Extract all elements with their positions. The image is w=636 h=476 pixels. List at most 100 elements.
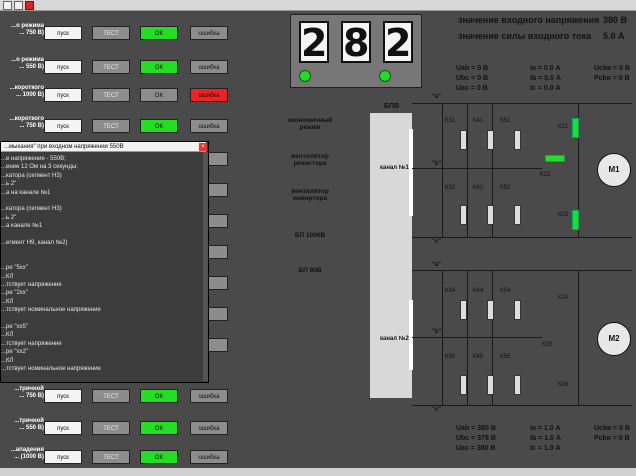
contactor-k52[interactable]: [514, 205, 521, 225]
row-label: ...тричной ... 750 В): [14, 386, 44, 399]
error-indicator: ошибка: [190, 421, 228, 435]
toolbar: [0, 0, 636, 11]
ok-indicator: ОК: [140, 60, 178, 74]
test-button[interactable]: ТЕСТ: [92, 119, 130, 133]
dialog-scrollbar[interactable]: [203, 152, 208, 381]
wire: [467, 103, 468, 237]
dialog-title[interactable]: ...мыкания" при входном напряжении 550В: [1, 142, 206, 152]
close-icon[interactable]: [25, 1, 34, 10]
label-k54: К54: [500, 288, 511, 294]
dialog-log-line: ...КЛ: [1, 357, 14, 364]
test-button[interactable]: ТЕСТ: [92, 421, 130, 435]
meter-ubc-top: Ubc = 0 В: [456, 75, 489, 82]
contactor-k22[interactable]: [545, 155, 565, 162]
contactor-k23[interactable]: [572, 210, 579, 230]
label-k35: К35: [445, 354, 456, 360]
error-indicator: ошибка: [190, 26, 228, 40]
row-label: ...короткого ... 1000 В): [9, 85, 44, 98]
voltage-value: 380 В: [603, 15, 628, 25]
meter-uac-bottom: Uac = 380 В: [456, 445, 496, 452]
close-icon[interactable]: ×: [199, 143, 207, 151]
contactor-k21[interactable]: [572, 118, 579, 138]
meter-rcsv-top: Pсkв = 0 В: [594, 75, 630, 82]
row-label: ...о режима ... 550 В): [11, 57, 44, 70]
contactor-k55[interactable]: [514, 375, 521, 395]
contactor-k32[interactable]: [460, 205, 467, 225]
label-k45: К45: [473, 354, 484, 360]
meter-uac-top: Uac = 0 В: [456, 85, 488, 92]
start-button[interactable]: пуск: [44, 60, 82, 74]
dialog-log-line: ...ре "хх2": [1, 349, 28, 356]
save-icon[interactable]: [14, 1, 23, 10]
label-k44: К44: [473, 288, 484, 294]
label-k31: К31: [445, 118, 456, 124]
ok-indicator: ОК: [140, 450, 178, 464]
dialog-log-line: ...ре "2хх": [1, 290, 28, 297]
counter-led-left: [299, 70, 311, 82]
bpv-channel2-bar: [409, 300, 413, 370]
test-button[interactable]: ТЕСТ: [92, 60, 130, 74]
motor-m2: М2: [597, 322, 631, 356]
dialog-log-line: ...а на канале №1: [1, 189, 51, 196]
label-k42: К42: [473, 185, 484, 191]
test-button[interactable]: ТЕСТ: [92, 389, 130, 403]
contactor-k45[interactable]: [487, 375, 494, 395]
contactor-k35[interactable]: [460, 375, 467, 395]
label-k26: К26: [558, 382, 569, 388]
ok-indicator: ОК: [140, 389, 178, 403]
error-indicator: ошибка: [190, 119, 228, 133]
label-k32: К32: [445, 185, 456, 191]
dialog-log-line: ...ь 2": [1, 181, 17, 188]
label-k23: К23: [558, 212, 569, 218]
test-button[interactable]: ТЕСТ: [92, 88, 130, 102]
error-indicator: ошибка: [190, 450, 228, 464]
meter-uab-bottom: Uab = 380 В: [456, 425, 496, 432]
start-button[interactable]: пуск: [44, 389, 82, 403]
label-k24: К24: [558, 295, 569, 301]
meter-uab-top: Uab = 0 В: [456, 65, 489, 72]
app-icon[interactable]: [3, 1, 12, 10]
start-button[interactable]: пуск: [44, 119, 82, 133]
bus-a-bottom: [412, 270, 632, 271]
start-button[interactable]: пуск: [44, 421, 82, 435]
contactor-k42[interactable]: [487, 205, 494, 225]
dialog-log-line: ...а канале №1: [1, 223, 43, 230]
label-k22: К22: [540, 172, 551, 178]
ok-indicator: ОК: [140, 119, 178, 133]
meter-ib-bottom: Ib = 1.0 А: [530, 435, 561, 442]
ok-indicator: ОК: [140, 88, 178, 102]
mode-resistor-fan: вентилятор резистора: [291, 153, 329, 167]
contactor-k54[interactable]: [514, 300, 521, 320]
error-indicator: ошибка: [190, 60, 228, 74]
row-label: ...короткого ... 750 В): [9, 116, 44, 129]
dialog-log-line: ...е напряжение - 550В;: [1, 156, 66, 162]
error-indicator: ошибка: [190, 389, 228, 403]
bus-c-bottom: [412, 405, 632, 406]
contactor-k34[interactable]: [460, 300, 467, 320]
contactor-k51[interactable]: [514, 130, 521, 150]
start-button[interactable]: пуск: [44, 450, 82, 464]
start-button[interactable]: пуск: [44, 88, 82, 102]
wire: [578, 270, 579, 405]
meter-ia-bottom: Ia = 1.0 А: [530, 425, 561, 432]
label-k41: К41: [473, 118, 484, 124]
phase-a-top: "a": [432, 94, 442, 100]
wire: [442, 270, 443, 405]
contactor-k41[interactable]: [487, 130, 494, 150]
channel1-label: канал №1: [380, 165, 409, 171]
test-button[interactable]: ТЕСТ: [92, 450, 130, 464]
bus-b-top: [412, 168, 542, 169]
dialog-log-line: ...ре "хх5": [1, 324, 28, 330]
bpv-label: БПВ: [384, 103, 400, 110]
meter-ucsv-bottom: Uсkв = 0 В: [594, 425, 631, 432]
contactor-k44[interactable]: [487, 300, 494, 320]
dialog-log-line: ...егмент Н9, канал №2): [1, 240, 68, 246]
start-button[interactable]: пуск: [44, 26, 82, 40]
test-button[interactable]: ТЕСТ: [92, 26, 130, 40]
row-label: ...о режима ... 750 В): [11, 23, 44, 36]
contactor-k31[interactable]: [460, 130, 467, 150]
meter-ubc-bottom: Ubc = 378 В: [456, 435, 496, 442]
dialog-log-line: ...тствует напряжение: [1, 340, 62, 347]
label-k21: К21: [558, 124, 569, 130]
counter-digit-3: 2: [383, 21, 413, 65]
